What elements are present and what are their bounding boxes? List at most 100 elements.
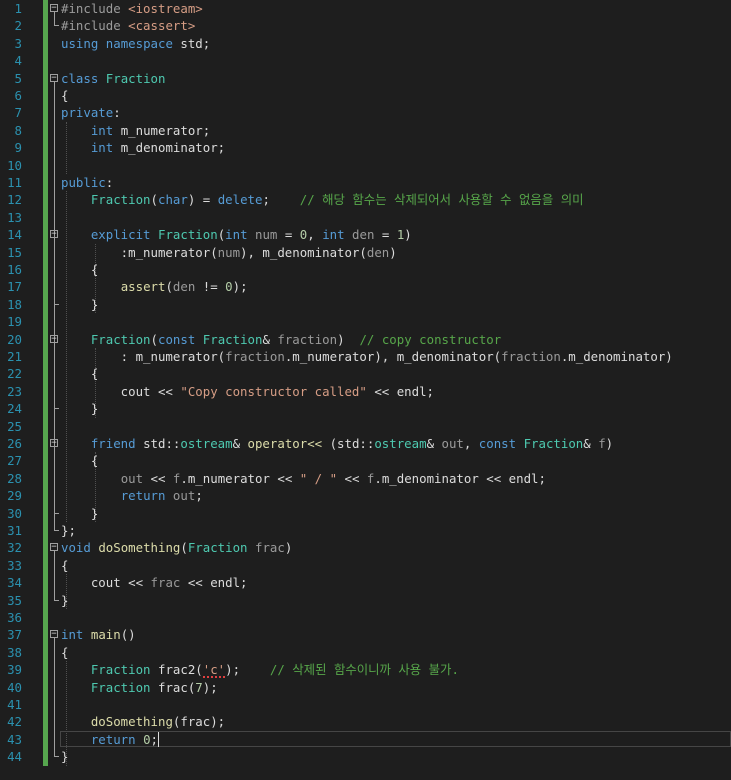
code-text[interactable]: cout << "Copy constructor called" << end… [61,383,434,400]
code-line[interactable]: 27 { [0,452,731,469]
code-token: den [172,279,196,295]
collapse-toggle-icon[interactable]: − [50,4,58,13]
code-text[interactable]: #include <cassert> [61,17,195,34]
code-line[interactable]: 30 } [0,505,731,522]
code-line[interactable]: 3 using namespace std; [0,35,731,52]
code-line[interactable]: 13 [0,209,731,226]
code-line[interactable]: 7 private: [0,104,731,121]
code-line[interactable]: 14 − explicit Fraction(int num = 0, int d… [0,226,731,243]
code-token: public [61,175,106,190]
code-text[interactable]: :m_numerator(num), m_denominator(den) [61,244,397,261]
code-token: .m_numerator << [180,470,300,486]
code-text[interactable]: } [61,296,98,313]
code-text[interactable]: public: [61,174,113,191]
code-line[interactable]: 1 − #include <iostream> [0,0,731,17]
code-line[interactable]: 22 { [0,365,731,382]
code-line[interactable]: 41 [0,696,731,713]
code-line[interactable]: 9 int m_denominator; [0,139,731,156]
code-token: "Copy constructor called" [180,383,367,399]
code-line[interactable]: 39 Fraction frac2('c'); // 삭제된 함수이니까 사용 … [0,661,731,678]
code-line[interactable]: 10 [0,157,731,174]
code-line[interactable]: 2 #include <cassert> [0,17,731,34]
code-line[interactable]: 33 { [0,557,731,574]
collapse-toggle-icon[interactable]: − [50,334,58,343]
code-text[interactable]: } [61,748,68,765]
code-text[interactable]: void doSomething(Fraction frac) [61,539,292,556]
code-line[interactable]: 31}; [0,522,731,539]
code-text[interactable]: { [61,644,68,661]
code-line[interactable]: 11 public: [0,174,731,191]
code-text[interactable]: cout << frac << endl; [61,574,248,591]
code-text[interactable]: int m_denominator; [61,139,225,156]
code-line[interactable]: 19 [0,313,731,330]
code-text[interactable]: }; [61,522,76,539]
code-line[interactable]: 17 assert(den != 0); [0,278,731,295]
code-text[interactable]: assert(den != 0); [61,278,248,295]
code-text[interactable]: Fraction frac(7); [61,679,218,696]
code-line[interactable]: 15 :m_numerator(num), m_denominator(den) [0,244,731,261]
code-token: frac [255,540,285,556]
code-line[interactable]: 26− friend std::ostream& operator<< (std… [0,435,731,452]
collapse-toggle-icon[interactable]: − [50,230,58,239]
code-text[interactable]: Fraction(const Fraction& fraction) // co… [61,331,501,348]
code-line[interactable]: 29 return out; [0,487,731,504]
code-line[interactable]: 34 cout << frac << endl; [0,574,731,591]
code-line[interactable]: 25 [0,418,731,435]
code-text[interactable]: friend std::ostream& operator<< (std::os… [61,435,613,452]
line-number: 11 [7,175,22,190]
code-text[interactable]: #include <iostream> [61,0,203,17]
code-line[interactable]: 44} [0,748,731,765]
code-text[interactable]: class Fraction [61,70,165,87]
code-line[interactable]: 6{ [0,87,731,104]
code-text[interactable]: { [61,87,68,104]
code-text[interactable]: : m_numerator(fraction.m_numerator), m_d… [61,348,673,365]
code-token: << endl; [180,575,248,591]
code-text[interactable]: int m_numerator; [61,122,210,139]
code-line[interactable]: 37 − int main() [0,626,731,643]
collapse-toggle-icon[interactable]: − [50,630,58,639]
code-text[interactable]: } [61,505,98,522]
code-line[interactable]: 38 { [0,644,731,661]
code-text[interactable]: { [61,261,98,278]
code-text[interactable]: using namespace std; [61,35,210,52]
code-line[interactable]: 23 cout << "Copy constructor called" << … [0,383,731,400]
code-line[interactable]: 16 { [0,261,731,278]
code-line[interactable]: 21 : m_numerator(fraction.m_numerator), … [0,348,731,365]
collapse-toggle-icon[interactable]: − [50,543,58,552]
code-line[interactable]: 40 Fraction frac(7); [0,679,731,696]
code-text[interactable]: { [61,452,98,469]
code-text[interactable]: } [61,400,98,417]
code-line[interactable]: 4 [0,52,731,69]
code-line[interactable]: 28 out << f.m_numerator << " / " << f.m_… [0,470,731,487]
code-text[interactable]: private: [61,104,121,121]
code-text[interactable]: explicit Fraction(int num = 0, int den =… [61,226,412,243]
code-text[interactable]: out << f.m_numerator << " / " << f.m_den… [61,470,546,487]
code-line[interactable]: 43 return 0; [0,731,731,748]
code-text[interactable]: { [61,365,98,382]
code-line[interactable]: 18 } [0,296,731,313]
line-number: 12 [7,192,22,208]
code-line[interactable]: 20− Fraction(const Fraction& fraction) /… [0,331,731,348]
code-text[interactable]: } [61,592,68,609]
collapse-toggle-icon[interactable]: − [50,73,58,82]
code-token: : m_numerator( [61,349,226,364]
code-text[interactable]: int main() [61,626,136,643]
code-line[interactable]: 32 − void doSomething(Fraction frac) [0,539,731,556]
code-line[interactable]: 12 Fraction(char) = delete; // 해당 함수는 삭제… [0,191,731,208]
line-number: 36 [7,610,22,625]
code-text[interactable]: return 0; [61,731,158,748]
code-text[interactable]: doSomething(frac); [61,713,225,730]
code-line[interactable]: 35} [0,592,731,609]
code-text[interactable]: Fraction frac2('c'); // 삭제된 함수이니까 사용 불가. [61,661,459,678]
code-text[interactable]: return out; [61,487,203,504]
code-text[interactable]: { [61,557,68,574]
code-token: ) [389,244,397,260]
code-line[interactable]: 42 doSomething(frac); [0,713,731,730]
code-text[interactable]: Fraction(char) = delete; // 해당 함수는 삭제되어서… [61,191,584,208]
code-line[interactable]: 5 − class Fraction [0,70,731,87]
collapse-toggle-icon[interactable]: − [50,439,58,448]
code-line[interactable]: 8 int m_numerator; [0,122,731,139]
code-editor[interactable]: 1− #include <iostream> 2 #include <cassert>… [0,0,731,780]
code-line[interactable]: 24 } [0,400,731,417]
code-line[interactable]: 36 [0,609,731,626]
